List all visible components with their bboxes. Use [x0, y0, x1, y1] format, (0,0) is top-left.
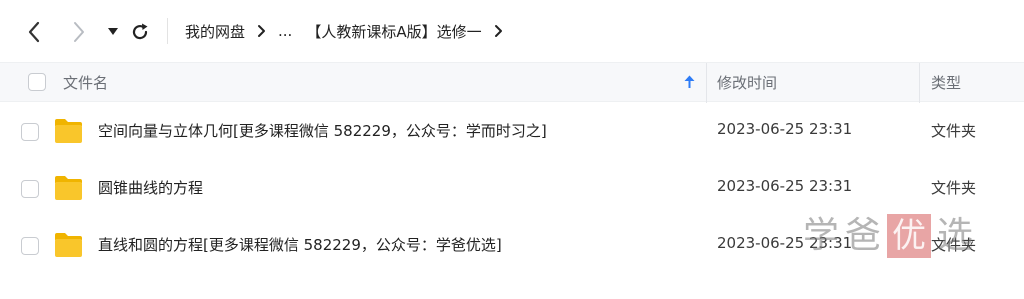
back-arrow-icon	[28, 21, 40, 43]
file-name[interactable]: 空间向量与立体几何[更多课程微信 582229，公众号：学而时习之]	[98, 120, 547, 141]
refresh-button[interactable]	[128, 18, 152, 46]
file-type: 文件夹	[931, 122, 977, 140]
column-header-type[interactable]: 类型	[931, 72, 961, 93]
breadcrumb-item-root[interactable]: 我的网盘	[185, 21, 245, 42]
table-row[interactable]: 空间向量与立体几何[更多课程微信 582229，公众号：学而时习之] 2023-…	[0, 103, 1024, 160]
watermark-char: 优	[892, 216, 927, 256]
table-row[interactable]: 圆锥曲线的方程 2023-06-25 23:31 文件夹	[0, 160, 1024, 217]
select-all-checkbox[interactable]	[28, 73, 46, 91]
folder-icon	[55, 176, 82, 200]
column-divider[interactable]	[919, 63, 920, 103]
toolbar-divider	[167, 18, 168, 44]
file-modified: 2023-06-25 23:31	[717, 177, 853, 195]
column-header-name[interactable]: 文件名	[63, 72, 108, 93]
column-header-modified[interactable]: 修改时间	[717, 72, 777, 93]
watermark-stamp: 优	[887, 214, 932, 258]
back-button[interactable]	[22, 18, 46, 46]
sort-up-arrow-icon[interactable]	[684, 74, 695, 93]
chevron-right-icon	[257, 24, 266, 38]
row-checkbox[interactable]	[21, 123, 39, 141]
chevron-right-icon[interactable]	[494, 24, 503, 38]
table-header: 文件名 修改时间 类型	[0, 62, 1024, 103]
forward-button[interactable]	[67, 18, 91, 46]
file-name[interactable]: 直线和圆的方程[更多课程微信 582229，公众号：学爸优选]	[98, 234, 502, 255]
row-checkbox[interactable]	[21, 180, 39, 198]
watermark: 学 爸 优 选	[803, 210, 993, 262]
breadcrumb-item-current[interactable]: 【人教新课标A版】选修一	[306, 21, 481, 42]
forward-arrow-icon	[74, 22, 84, 42]
refresh-icon	[132, 23, 148, 40]
file-type: 文件夹	[931, 179, 977, 197]
file-modified: 2023-06-25 23:31	[717, 120, 853, 138]
dropdown-triangle-icon	[108, 28, 118, 35]
breadcrumb: 我的网盘 ... 【人教新课标A版】选修一	[185, 18, 515, 44]
watermark-char: 学	[803, 215, 840, 256]
history-dropdown-button[interactable]	[101, 18, 125, 46]
column-divider[interactable]	[706, 63, 707, 103]
file-name[interactable]: 圆锥曲线的方程	[98, 177, 203, 198]
toolbar: 我的网盘 ... 【人教新课标A版】选修一	[0, 0, 1024, 62]
watermark-char: 选	[937, 215, 974, 256]
folder-icon	[55, 119, 82, 143]
folder-icon	[55, 233, 82, 257]
breadcrumb-item-ellipsis[interactable]: ...	[278, 22, 292, 40]
watermark-char: 爸	[845, 215, 882, 256]
row-checkbox[interactable]	[21, 237, 39, 255]
